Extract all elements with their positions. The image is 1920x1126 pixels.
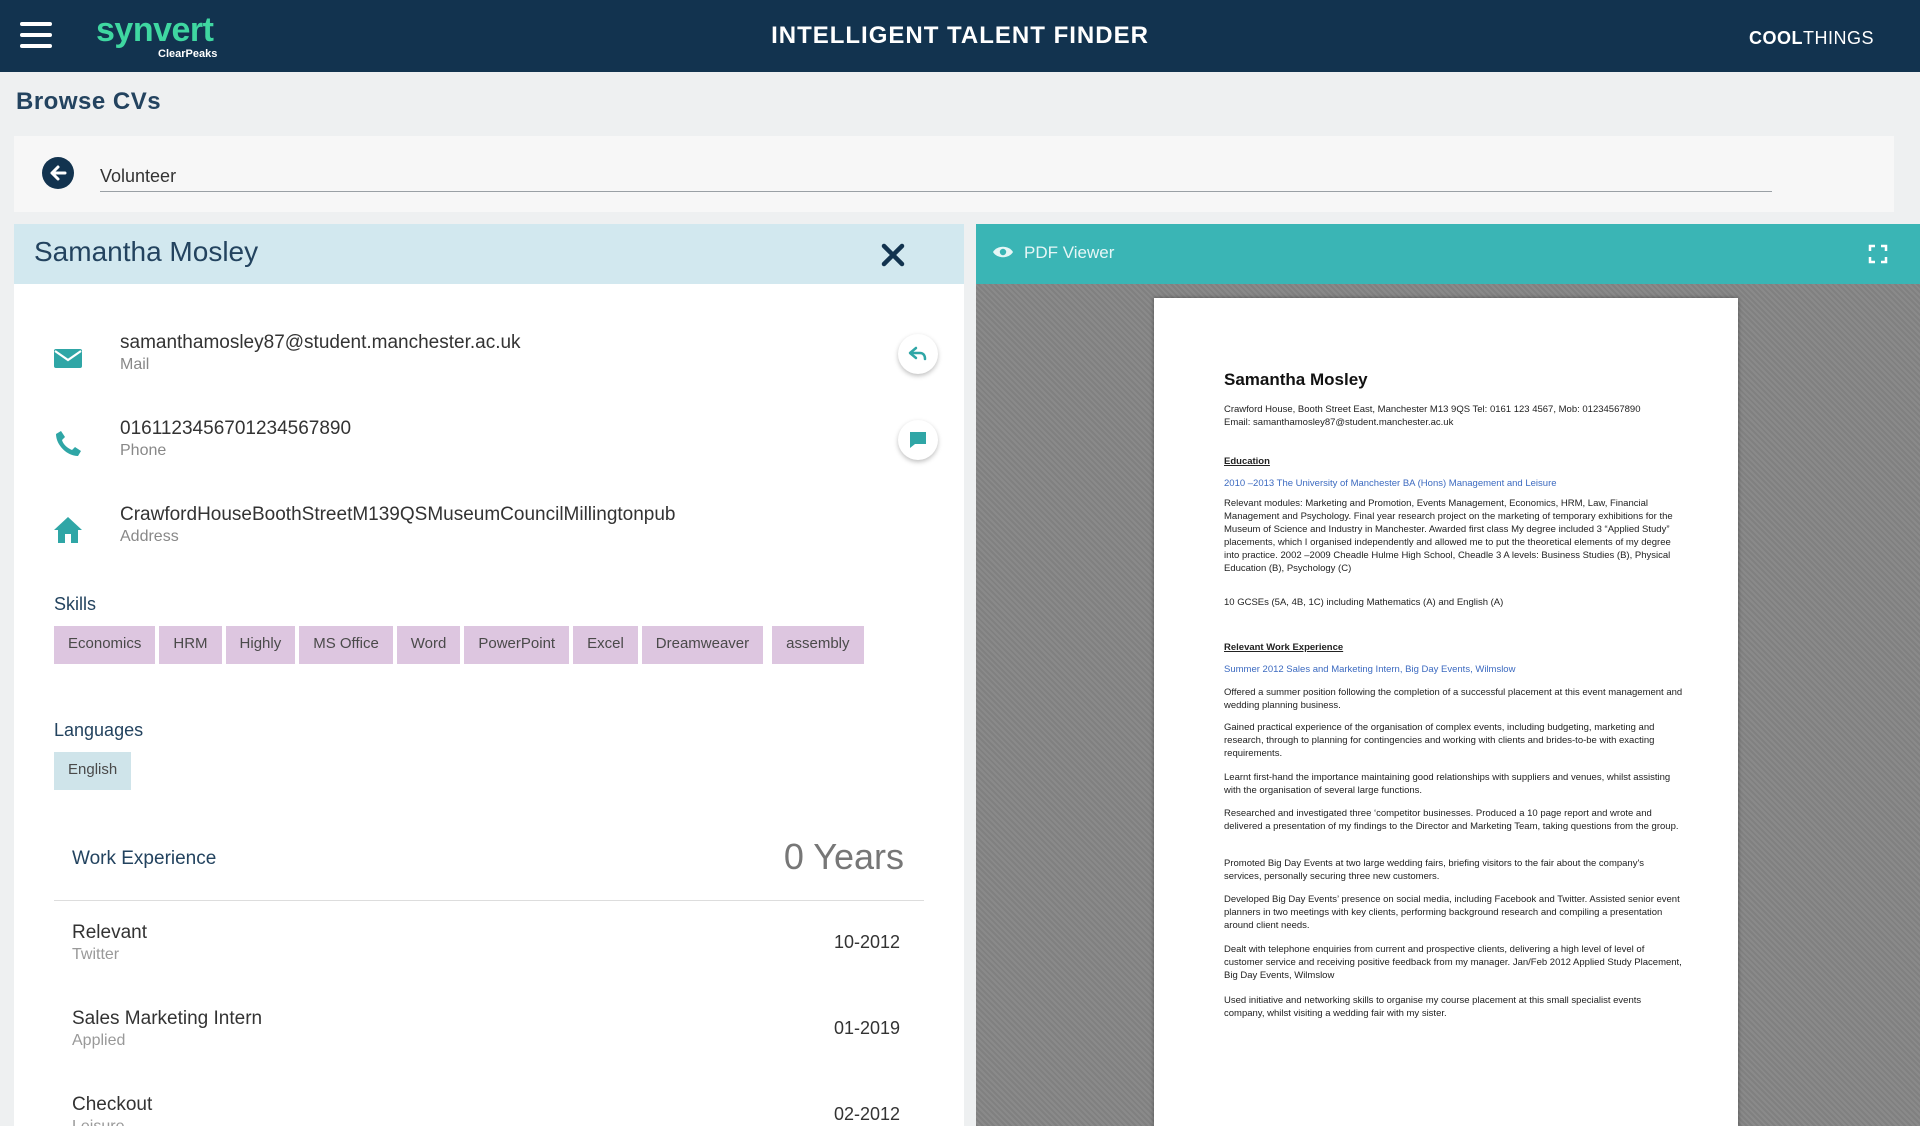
skill-chip[interactable]: assembly [772,626,864,664]
fullscreen-icon[interactable] [1868,244,1888,264]
skill-chip[interactable]: Word [396,626,461,664]
experience-date: 01-2019 [833,1018,900,1038]
phone-icon [56,431,81,456]
app-title: INTELLIGENT TALENT FINDER [771,22,1149,49]
pdf-contact-line-2: Email: samanthamosley87@student.manchest… [1224,417,1454,428]
skill-chip[interactable]: Highly [225,626,296,664]
contact-email-row: samanthamosley87@student.manchester.ac.u… [14,332,964,392]
chat-icon [910,432,926,448]
languages-heading: Languages [54,720,144,740]
work-experience-heading: Work Experience [72,848,217,869]
eye-icon [993,246,1013,258]
skills-heading: Skills [54,594,97,614]
pdf-work-heading: Relevant Work Experience [1224,642,1344,653]
reply-icon [908,346,927,361]
pdf-gcse: 10 GCSEs (5A, 4B, 1C) including Mathemat… [1224,597,1504,608]
candidate-panel: Samantha Mosley samanthamosley87@student… [14,224,964,1126]
close-icon [881,243,905,267]
mail-icon [54,349,82,368]
languages-chips: English [54,752,874,796]
pdf-paragraph: Used initiative and networking skills to… [1224,995,1642,1019]
reply-button[interactable] [898,334,938,374]
pdf-paragraph: Researched and investigated three ‘compe… [1224,808,1679,832]
experience-title: Sales Marketing Intern [72,1008,263,1029]
skill-chip[interactable]: HRM [159,626,222,664]
contact-address-row: CrawfordHouseBoothStreetM139QSMuseumCoun… [14,504,964,564]
arrow-left-icon [50,165,67,181]
pdf-viewer-header: PDF Viewer [976,224,1920,284]
contact-phone-row: 0161123456701234567890 Phone [14,418,964,478]
skill-chip[interactable]: Excel [573,626,638,664]
close-button[interactable] [880,242,906,268]
language-chip[interactable]: English [54,752,132,790]
pdf-paragraph: Offered a summer position following the … [1224,687,1683,711]
pdf-education-body: Relevant modules: Marketing and Promotio… [1224,498,1673,574]
candidate-header: Samantha Mosley [14,224,964,284]
brand-light: THINGS [1802,28,1874,48]
email-label: Mail [120,356,150,373]
pdf-education-title: 2010 –2013 The University of Manchester … [1224,478,1557,489]
experience-item[interactable]: Relevant Twitter 10-2012 [72,922,922,982]
skill-chip[interactable]: Dreamweaver [641,626,764,664]
experience-subtitle: Twitter [72,946,120,963]
candidate-name: Samantha Mosley [34,236,259,267]
brand-bold: COOL [1748,28,1803,48]
experience-subtitle: Leisure [72,1118,124,1126]
search-input[interactable] [100,158,1772,192]
pdf-paragraph: Learnt first-hand the importance maintai… [1224,772,1671,796]
back-button[interactable] [42,157,74,189]
work-experience-summary: Work Experience 0 Years [54,834,924,894]
phone-value[interactable]: 0161123456701234567890 [120,418,351,440]
skill-chip[interactable]: MS Office [299,626,393,664]
divider [54,900,924,901]
pdf-viewer-title: PDF Viewer [1024,243,1115,262]
experience-title: Relevant [72,922,147,943]
brand-right: COOLTHINGS [1749,28,1874,49]
pdf-candidate-name: Samantha Mosley [1224,370,1368,389]
phone-label: Phone [120,442,167,459]
top-bar: synvert ClearPeaks INTELLIGENT TALENT FI… [0,0,1920,72]
experience-item[interactable]: Checkout Leisure 02-2012 [72,1094,922,1126]
pdf-paragraph: Dealt with telephone enquiries from curr… [1224,944,1682,981]
experience-date: 10-2012 [833,932,900,952]
skill-chip[interactable]: PowerPoint [464,626,570,664]
pdf-page[interactable]: Samantha Mosley Crawford House, Booth St… [1154,298,1738,1126]
work-experience-years: 0 Years [783,836,904,877]
pdf-paragraph: Gained practical experience of the organ… [1224,722,1655,759]
skill-chip[interactable]: Economics [54,626,156,664]
skills-chips: Economics HRM Highly MS Office Word Powe… [54,626,874,670]
experience-item[interactable]: Sales Marketing Intern Applied 01-2019 [72,1008,922,1068]
email-value[interactable]: samanthamosley87@student.manchester.ac.u… [120,332,521,354]
pdf-paragraph: Developed Big Day Events’ presence on so… [1224,894,1680,931]
pdf-paragraph: Promoted Big Day Events at two large wed… [1224,858,1645,882]
message-button[interactable] [898,420,938,460]
page-title: Browse CVs [16,88,162,115]
experience-title: Checkout [72,1094,153,1115]
pdf-work-title: Summer 2012 Sales and Marketing Intern, … [1224,664,1516,675]
pdf-education-heading: Education [1224,456,1270,467]
home-icon [54,517,82,543]
pdf-contact-line-1: Crawford House, Booth Street East, Manch… [1224,404,1641,415]
pdf-viewer-panel: PDF Viewer Samantha Mosley Crawford Hous… [976,224,1920,1126]
experience-date: 02-2012 [833,1104,900,1124]
experience-subtitle: Applied [72,1032,126,1049]
search-bar [14,136,1894,212]
address-value: CrawfordHouseBoothStreetM139QSMuseumCoun… [120,504,676,525]
address-label: Address [120,528,179,545]
